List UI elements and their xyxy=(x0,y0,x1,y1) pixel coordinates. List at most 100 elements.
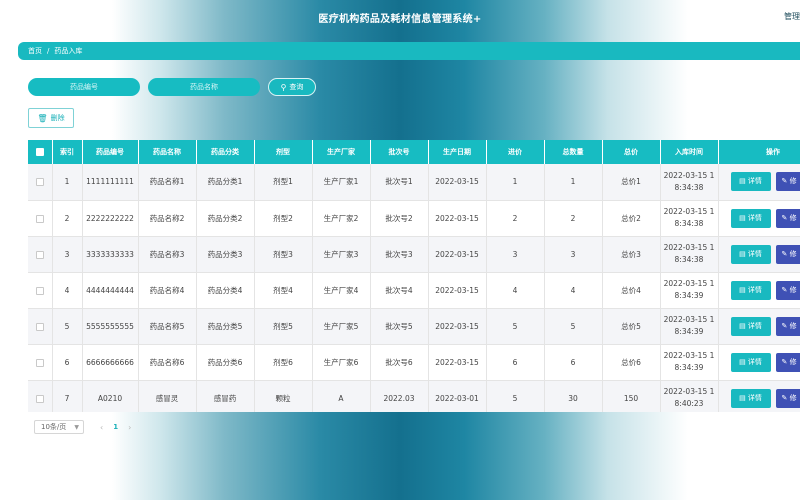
table-row: 2 2222222222 药品名称2 药品分类2 剂型2 生产厂家2 批次号2 2022-03… xyxy=(28,200,800,237)
page-size-select[interactable]: 10条/页 ▼ xyxy=(34,420,84,434)
cell-price: 5 xyxy=(486,380,545,412)
detail-button[interactable]: ▤ 详情 xyxy=(730,316,771,336)
col-batch: 批次号 xyxy=(370,140,429,164)
next-page-button[interactable]: › xyxy=(128,423,131,432)
pencil-icon: ✎ xyxy=(781,357,790,366)
cell-actions: ▤ 详情 ✎ 修 xyxy=(718,236,800,273)
edit-button[interactable]: ✎ 修 xyxy=(775,352,800,372)
breadcrumb-home[interactable]: 首页 xyxy=(28,46,42,56)
cell-category: 药品分类1 xyxy=(196,164,255,201)
detail-button-label: 详情 xyxy=(747,249,762,258)
document-icon: ▤ xyxy=(739,249,748,258)
detail-button-label: 详情 xyxy=(747,393,762,402)
table-row: 6 6666666666 药品名称6 药品分类6 剂型6 生产厂家6 批次号6 2022-03… xyxy=(28,344,800,381)
detail-button[interactable]: ▤ 详情 xyxy=(730,280,771,300)
cell-qty: 4 xyxy=(544,272,603,309)
col-code: 药品编号 xyxy=(82,140,139,164)
cell-total: 总价5 xyxy=(602,308,661,345)
row-checkbox[interactable] xyxy=(28,200,53,237)
delete-button[interactable]: 🗑 删除 xyxy=(28,108,74,128)
cell-batch: 2022.03 xyxy=(370,380,429,412)
cell-form: 剂型2 xyxy=(254,200,313,237)
col-name: 药品名称 xyxy=(138,140,197,164)
cell-time-line2: 8:34:39 xyxy=(674,327,704,336)
cell-time: 2022-03-15 1 8:34:39 xyxy=(660,344,719,381)
table-row: 3 3333333333 药品名称3 药品分类3 剂型3 生产厂家3 批次号3 2022-03… xyxy=(28,236,800,273)
search-button[interactable]: ⚲ 查询 xyxy=(268,78,316,96)
page-number-current[interactable]: 1 xyxy=(113,423,118,431)
edit-button[interactable]: ✎ 修 xyxy=(775,388,800,408)
pencil-icon: ✎ xyxy=(781,393,790,402)
cell-time-line1: 2022-03-15 1 xyxy=(663,315,715,324)
cell-code: 1111111111 xyxy=(82,164,139,201)
drug-name-input[interactable] xyxy=(148,78,260,96)
col-form: 剂型 xyxy=(254,140,313,164)
edit-button-label: 修 xyxy=(789,285,797,294)
drug-code-input[interactable] xyxy=(28,78,140,96)
cell-code: 2222222222 xyxy=(82,200,139,237)
detail-button[interactable]: ▤ 详情 xyxy=(730,208,771,228)
cell-time-line2: 8:34:38 xyxy=(674,219,704,228)
search-icon: ⚲ xyxy=(280,82,287,92)
edit-button[interactable]: ✎ 修 xyxy=(775,208,800,228)
cell-form: 颗粒 xyxy=(254,380,313,412)
cell-time: 2022-03-15 1 8:34:38 xyxy=(660,164,719,201)
cell-qty: 2 xyxy=(544,200,603,237)
cell-code: 3333333333 xyxy=(82,236,139,273)
prev-page-button[interactable]: ‹ xyxy=(100,423,103,432)
cell-category: 药品分类3 xyxy=(196,236,255,273)
row-checkbox[interactable] xyxy=(28,380,53,412)
edit-button[interactable]: ✎ 修 xyxy=(775,280,800,300)
cell-price: 4 xyxy=(486,272,545,309)
detail-button[interactable]: ▤ 详情 xyxy=(730,352,771,372)
cell-index: 1 xyxy=(52,164,83,201)
edit-button-label: 修 xyxy=(789,249,797,258)
cell-time-line1: 2022-03-15 1 xyxy=(663,243,715,252)
row-checkbox[interactable] xyxy=(28,344,53,381)
top-bar: 医疗机构药品及耗材信息管理系统+ 管理 xyxy=(0,0,800,34)
edit-button[interactable]: ✎ 修 xyxy=(775,316,800,336)
edit-button[interactable]: ✎ 修 xyxy=(775,244,800,264)
cell-qty: 30 xyxy=(544,380,603,412)
cell-category: 药品分类5 xyxy=(196,308,255,345)
cell-time-line2: 8:40:23 xyxy=(674,399,704,408)
cell-form: 剂型5 xyxy=(254,308,313,345)
col-index: 索引 xyxy=(52,140,83,164)
row-checkbox[interactable] xyxy=(28,308,53,345)
detail-button[interactable]: ▤ 详情 xyxy=(730,172,771,192)
row-checkbox[interactable] xyxy=(28,236,53,273)
chevron-down-icon: ▼ xyxy=(74,423,79,431)
admin-menu[interactable]: 管理 xyxy=(784,11,800,22)
cell-time: 2022-03-15 1 8:34:38 xyxy=(660,236,719,273)
select-all-checkbox[interactable] xyxy=(28,140,53,164)
document-icon: ▤ xyxy=(739,321,748,330)
table-header: 索引 药品编号 药品名称 药品分类 剂型 生产厂家 批次号 生产日期 进价 总数… xyxy=(28,140,800,164)
detail-button[interactable]: ▤ 详情 xyxy=(730,244,771,264)
cell-batch: 批次号2 xyxy=(370,200,429,237)
cell-batch: 批次号3 xyxy=(370,236,429,273)
cell-time-line2: 8:34:38 xyxy=(674,182,704,192)
cell-price: 3 xyxy=(486,236,545,273)
cell-actions: ▤ 详情 ✎ 修 xyxy=(718,380,800,412)
edit-button[interactable]: ✎ 修 xyxy=(775,172,800,192)
col-qty: 总数量 xyxy=(544,140,603,164)
row-checkbox[interactable] xyxy=(28,272,53,309)
cell-batch: 批次号4 xyxy=(370,272,429,309)
cell-form: 剂型4 xyxy=(254,272,313,309)
cell-name: 感冒灵 xyxy=(138,380,197,412)
app-title: 医疗机构药品及耗材信息管理系统+ xyxy=(318,13,482,25)
cell-maker: 生产厂家2 xyxy=(312,200,371,237)
cell-code: 4444444444 xyxy=(82,272,139,309)
drug-table: 索引 药品编号 药品名称 药品分类 剂型 生产厂家 批次号 生产日期 进价 总数… xyxy=(28,140,800,412)
document-icon: ▤ xyxy=(739,285,748,294)
col-date: 生产日期 xyxy=(428,140,487,164)
cell-qty: 1 xyxy=(544,164,603,201)
detail-button[interactable]: ▤ 详情 xyxy=(730,388,771,408)
cell-qty: 3 xyxy=(544,236,603,273)
cell-date: 2022-03-01 xyxy=(428,380,487,412)
col-maker: 生产厂家 xyxy=(312,140,371,164)
row-checkbox[interactable] xyxy=(28,164,53,201)
breadcrumb-current: 药品入库 xyxy=(54,47,83,55)
cell-batch: 批次号5 xyxy=(370,308,429,345)
cell-index: 2 xyxy=(52,200,83,237)
